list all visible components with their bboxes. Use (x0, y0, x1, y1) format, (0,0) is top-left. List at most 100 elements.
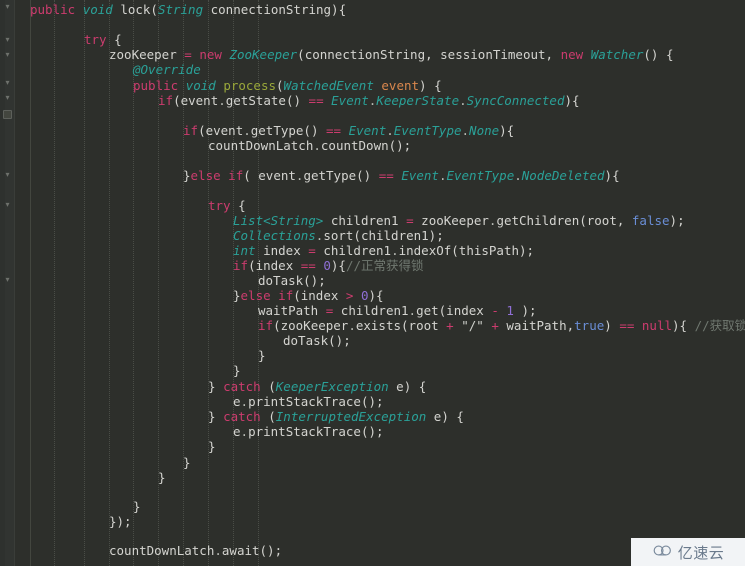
code-token-pl: ); (513, 303, 537, 318)
code-token-kw2: ZooKeeper (229, 47, 298, 62)
code-line[interactable]: e.printStackTrace(); (233, 394, 384, 409)
code-line[interactable]: }); (109, 514, 132, 529)
fold-marker-open[interactable] (3, 170, 12, 179)
code-line[interactable]: List<String> children1 = zooKeeper.getCh… (233, 213, 685, 228)
code-token-dot: . (408, 303, 417, 318)
code-token-pl: (connectionString, sessionTimeout, (297, 47, 561, 62)
code-line[interactable]: Collections.sort(children1); (233, 228, 444, 243)
code-token-pl: } (183, 168, 191, 183)
code-token-pl: indexOf(thisPath); (398, 243, 535, 258)
code-token-pl: ( (276, 78, 284, 93)
code-line[interactable]: } (233, 363, 241, 378)
fold-marker-box[interactable] (3, 110, 12, 119)
code-token-bool: false (631, 213, 670, 228)
watermark-text: 亿速云 (677, 543, 725, 562)
code-token-dot: . (240, 394, 249, 409)
code-token-pl: children1 (315, 243, 392, 258)
code-token-kw: try (208, 198, 231, 213)
code-token-pl: } (208, 409, 224, 424)
code-token-kw2: Event (348, 123, 387, 138)
code-token-pl: doTask(); (258, 273, 326, 288)
code-line[interactable]: waitPath = children1.get(index - 1 ); (258, 303, 537, 318)
code-token-pl: get(index (416, 303, 492, 318)
fold-marker-open[interactable] (3, 78, 12, 87)
code-token-pl: ( (260, 379, 276, 394)
fold-marker-open[interactable] (3, 35, 12, 44)
code-token-kw2: EventType (446, 168, 515, 183)
code-token-dot: . (386, 123, 394, 138)
code-line[interactable]: try { (208, 198, 246, 213)
code-token-pl: e (233, 424, 241, 439)
code-line[interactable]: } (208, 439, 216, 454)
code-line[interactable]: if(event.getState() == Event.KeeperState… (158, 93, 580, 108)
code-token-op: == (378, 168, 394, 183)
code-line[interactable]: zooKeeper = new ZooKeeper(connectionStri… (109, 47, 673, 62)
code-token-kw: if (228, 168, 244, 183)
code-line[interactable]: if(index == 0){//正常获得锁 (233, 258, 424, 273)
code-content-area[interactable]: public void lock(String connectionString… (14, 0, 745, 566)
code-token-kw: else (240, 288, 271, 303)
code-token-kw: if (233, 258, 249, 273)
fold-marker-open[interactable] (3, 200, 12, 209)
code-token-kw: public (30, 2, 76, 17)
code-token-pl: } (133, 499, 141, 514)
code-token-pl: } (258, 348, 266, 363)
code-token-pl: ){ (564, 93, 580, 108)
code-token-pl: ){ (604, 168, 620, 183)
code-line[interactable]: countDownLatch.countDown(); (208, 138, 411, 153)
code-line[interactable]: } (258, 348, 266, 363)
code-line[interactable]: }else if( event.getType() == Event.Event… (183, 168, 620, 183)
code-line[interactable]: public void process(WatchedEvent event) … (133, 78, 442, 93)
code-line[interactable]: int index = children1.indexOf(thisPath); (233, 243, 534, 258)
code-token-pl: await(); (221, 543, 283, 558)
code-token-pl: zooKeeper (413, 213, 489, 228)
code-token-kw2: Event (401, 168, 439, 183)
code-token-op: = (184, 47, 192, 62)
code-token-kw: public (133, 78, 179, 93)
code-token-pl: ) { (419, 78, 442, 93)
code-token-cmt: //正常获得锁 (345, 258, 424, 273)
fold-marker-open[interactable] (3, 2, 12, 11)
code-token-pl: countDownLatch (208, 138, 314, 153)
code-token-num: 0 (323, 258, 331, 273)
code-token-pl: e (233, 394, 241, 409)
code-line[interactable]: if(event.getType() == Event.EventType.No… (183, 123, 514, 138)
code-token-kw2: List<String> (233, 213, 324, 228)
code-line[interactable]: @Override (133, 62, 201, 77)
fold-marker-open[interactable] (3, 50, 12, 59)
code-line[interactable]: public void lock(String connectionString… (30, 2, 346, 17)
code-token-pl: ) (604, 318, 620, 333)
code-token-pl: getType() (303, 168, 379, 183)
code-token-pl: } (233, 363, 241, 378)
code-token-pl: } (208, 439, 216, 454)
code-token-pl: } (183, 455, 191, 470)
code-token-kw2: InterruptedException (275, 409, 427, 424)
fold-marker-open[interactable] (3, 93, 12, 102)
code-line[interactable]: } (183, 455, 191, 470)
code-token-pl: sort(children1); (323, 228, 444, 243)
code-line[interactable]: }else if(index > 0){ (233, 288, 384, 303)
code-token-kw2: int (233, 243, 256, 258)
code-line[interactable]: } (158, 470, 166, 485)
code-line[interactable]: if(zooKeeper.exists(root + "/" + waitPat… (258, 318, 745, 333)
code-token-pl: countDown(); (320, 138, 412, 153)
code-line[interactable]: } (133, 499, 141, 514)
code-token-dot: . (391, 243, 399, 258)
code-token-kw: if (183, 123, 199, 138)
code-line[interactable]: try { (84, 32, 122, 47)
code-line[interactable]: doTask(); (258, 273, 326, 288)
code-line[interactable]: countDownLatch.await(); (109, 543, 282, 558)
code-token-dot: . (243, 123, 251, 138)
code-token-pl: children1 (323, 213, 407, 228)
code-line[interactable]: doTask(); (283, 333, 351, 348)
code-token-op: = (308, 243, 316, 258)
code-token-cmt: //获取锁 (694, 318, 745, 333)
code-line[interactable]: e.printStackTrace(); (233, 424, 384, 439)
code-line[interactable]: } catch (InterruptedException e) { (208, 409, 464, 424)
code-token-pl: ){ (368, 288, 384, 303)
code-line[interactable]: } catch (KeeperException e) { (208, 379, 426, 394)
editor-gutter[interactable] (0, 0, 15, 566)
fold-marker-open[interactable] (3, 275, 12, 284)
